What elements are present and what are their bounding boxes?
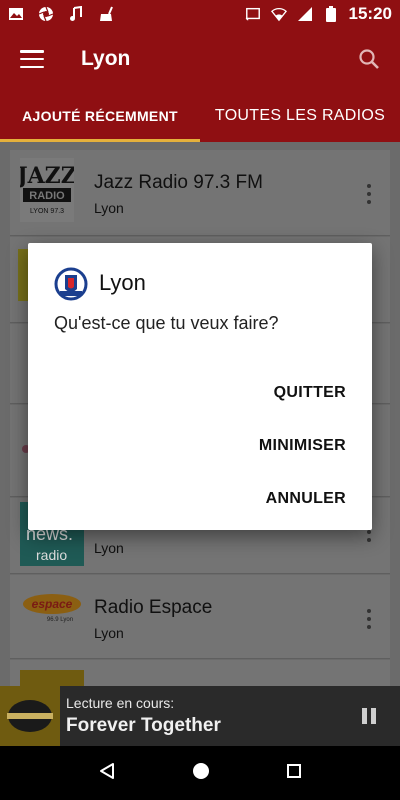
now-playing-label: Lecture en cours: bbox=[66, 695, 175, 711]
svg-text:96.9 Lyon: 96.9 Lyon bbox=[47, 617, 73, 623]
more-vert-icon[interactable] bbox=[366, 609, 372, 629]
svg-text:JAZZ: JAZZ bbox=[20, 163, 74, 189]
list-item[interactable] bbox=[10, 660, 390, 686]
hamburger-menu-icon[interactable] bbox=[20, 50, 44, 68]
svg-text:LYON 97.3: LYON 97.3 bbox=[30, 208, 64, 215]
quit-button[interactable]: QUITTER bbox=[274, 384, 346, 402]
station-logo bbox=[20, 670, 84, 686]
minimize-button[interactable]: MINIMISER bbox=[259, 437, 346, 455]
tab-all-radios[interactable]: TOUTES LES RADIOS bbox=[200, 90, 400, 142]
dialog-title: Lyon bbox=[99, 270, 146, 295]
image-icon bbox=[8, 6, 24, 22]
music-note-icon bbox=[68, 6, 84, 22]
list-item[interactable]: espace 96.9 Lyon Radio Espace Lyon bbox=[10, 575, 390, 659]
status-bar: 15:20 bbox=[0, 0, 400, 28]
station-logo: JAZZ RADIO LYON 97.3 bbox=[15, 158, 84, 222]
station-city: Lyon bbox=[94, 540, 124, 556]
dialog-message: Qu'est-ce que tu veux faire? bbox=[54, 313, 279, 333]
svg-text:espace: espace bbox=[32, 597, 73, 611]
tab-recently-added[interactable]: AJOUTÉ RÉCEMMENT bbox=[0, 90, 200, 142]
status-time: 15:20 bbox=[348, 4, 392, 23]
action-dialog: Lyon Qu'est-ce que tu veux faire? QUITTE… bbox=[28, 243, 372, 530]
station-logo bbox=[18, 249, 28, 301]
home-icon[interactable] bbox=[192, 762, 210, 785]
app-bar: Lyon bbox=[0, 28, 400, 90]
more-vert-icon[interactable] bbox=[366, 184, 372, 204]
station-name: Radio Espace bbox=[94, 597, 213, 618]
cleaner-icon bbox=[98, 6, 114, 22]
battery-icon bbox=[323, 6, 339, 22]
station-logo: espace 96.9 Lyon bbox=[20, 587, 84, 651]
pause-icon[interactable] bbox=[362, 708, 378, 724]
tab-bar: AJOUTÉ RÉCEMMENT TOUTES LES RADIOS bbox=[0, 90, 400, 142]
search-icon[interactable] bbox=[358, 48, 380, 70]
now-playing-title: Forever Together bbox=[66, 715, 221, 736]
back-icon[interactable] bbox=[98, 762, 116, 785]
page-title: Lyon bbox=[81, 47, 131, 70]
station-name: Jazz Radio 97.3 FM bbox=[94, 172, 263, 193]
cancel-button[interactable]: ANNULER bbox=[266, 490, 346, 508]
recents-icon[interactable] bbox=[286, 763, 302, 784]
system-nav-bar bbox=[0, 746, 400, 800]
cast-icon bbox=[245, 6, 261, 22]
station-city: Lyon bbox=[94, 200, 124, 216]
station-city: Lyon bbox=[94, 625, 124, 641]
aperture-icon bbox=[38, 6, 54, 22]
wifi-icon bbox=[270, 6, 287, 22]
list-item[interactable]: JAZZ RADIO LYON 97.3 Jazz Radio 97.3 FM … bbox=[10, 150, 390, 236]
now-playing-artwork bbox=[0, 686, 60, 746]
now-playing-bar[interactable]: Lecture en cours: Forever Together bbox=[0, 686, 400, 746]
svg-text:RADIO: RADIO bbox=[29, 190, 65, 202]
svg-text:radio: radio bbox=[36, 547, 67, 563]
signal-icon bbox=[297, 6, 313, 22]
app-logo-icon bbox=[54, 267, 88, 301]
